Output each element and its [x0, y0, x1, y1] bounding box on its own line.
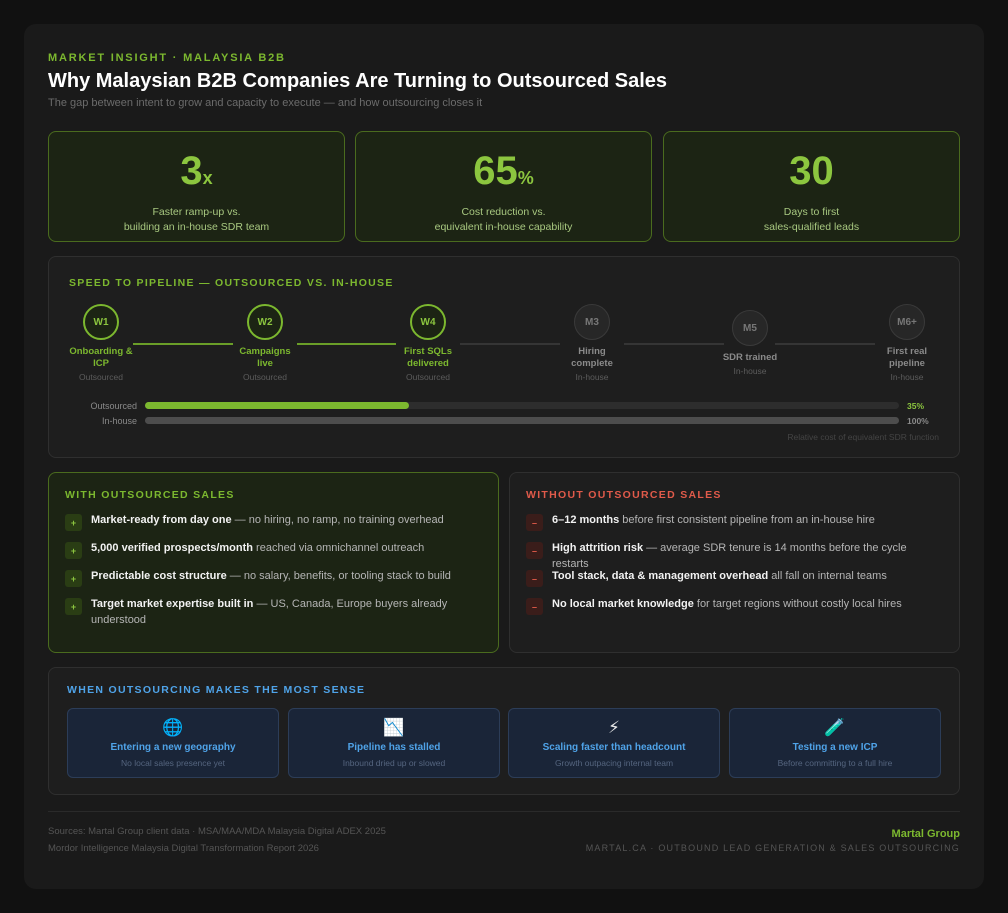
- step-label: Hiring complete: [571, 346, 613, 369]
- stat-description: Days to first sales-qualified leads: [763, 206, 860, 233]
- stat-value: 65%: [473, 149, 534, 193]
- tile-title: Pipeline has stalled: [347, 742, 441, 753]
- plus-icon: +: [65, 598, 82, 615]
- plus-icon: +: [65, 570, 82, 587]
- timeline-title: SPEED TO PIPELINE — OUTSOURCED VS. IN-HO…: [69, 277, 394, 289]
- without-outsourced-panel: WITHOUT OUTSOURCED SALES – 6–12 months b…: [509, 472, 960, 653]
- page-subtitle: The gap between intent to grow and capac…: [48, 97, 483, 109]
- list-item: + Predictable cost structure — no salary…: [65, 568, 482, 587]
- footer-source-1: Sources: Martal Group client data · MSA/…: [48, 826, 386, 837]
- when-title: WHEN OUTSOURCING MAKES THE MOST SENSE: [67, 684, 366, 696]
- timeline-connector: [460, 343, 560, 345]
- step-label: Onboarding & ICP: [69, 346, 133, 369]
- bar-note: Relative cost of equivalent SDR function: [787, 432, 939, 442]
- footer-divider: [48, 811, 960, 812]
- footer-brand: Martal Group: [891, 828, 960, 840]
- list-item: – Tool stack, data & management overhead…: [526, 568, 943, 587]
- bar-fill-inhouse: [145, 417, 899, 424]
- step-badge: W4: [410, 304, 446, 340]
- step-sub: In-house: [890, 372, 924, 382]
- lightning-icon: ⚡: [608, 718, 620, 737]
- list-item: + 5,000 verified prospects/month reached…: [65, 540, 482, 559]
- list-item: + Market-ready from day one — no hiring,…: [65, 512, 482, 531]
- timeline-step-m3: M3 Hiring complete In-house: [552, 304, 632, 382]
- minus-icon: –: [526, 598, 543, 615]
- timeline-step-w4: W4 First SQLs delivered Outsourced: [388, 304, 468, 382]
- step-badge: W2: [247, 304, 283, 340]
- stat-value: 30: [789, 149, 834, 193]
- tile-title: Testing a new ICP: [792, 742, 878, 753]
- footer-source-2: Mordor Intelligence Malaysia Digital Tra…: [48, 843, 319, 854]
- timeline-step-m6: M6+ First real pipeline In-house: [867, 304, 947, 382]
- without-title: WITHOUT OUTSOURCED SALES: [526, 489, 722, 501]
- timeline-step-w1: W1 Onboarding & ICP Outsourced: [61, 304, 141, 382]
- step-label: SDR trained: [722, 352, 778, 363]
- list-item: + Target market expertise built in — US,…: [65, 596, 482, 628]
- tile-sub: Before committing to a full hire: [777, 758, 893, 768]
- step-badge: M5: [732, 310, 768, 346]
- timeline-connector: [133, 343, 233, 345]
- footer-tagline: MARTAL.CA · OUTBOUND LEAD GENERATION & S…: [585, 843, 960, 853]
- bar-pct-outsourced: 35%: [907, 401, 925, 411]
- step-sub: In-house: [733, 366, 767, 376]
- stat-ramp-up: 3x Faster ramp-up vs. building an in-hous…: [48, 131, 345, 242]
- globe-icon: 🌐: [162, 718, 184, 737]
- tile-pipeline-stalled: 📉 Pipeline has stalled Inbound dried up …: [288, 708, 500, 778]
- eyebrow: MARKET INSIGHT · MALAYSIA B2B: [48, 52, 286, 64]
- bar-fill-outsourced: [145, 402, 409, 409]
- timeline-connector: [297, 343, 396, 345]
- step-sub: Outsourced: [79, 372, 123, 382]
- timeline-step-m5: M5 SDR trained In-house: [710, 310, 790, 376]
- bar-track-outsourced: [145, 402, 899, 409]
- tile-sub: Inbound dried up or slowed: [342, 758, 446, 768]
- infographic-card: MARKET INSIGHT · MALAYSIA B2B Why Malays…: [24, 24, 984, 889]
- stat-days-to-sql: 30 Days to first sales-qualified leads: [663, 131, 960, 242]
- minus-icon: –: [526, 570, 543, 587]
- step-label: First SQLs delivered: [403, 346, 453, 369]
- chart-down-icon: 📉: [383, 718, 405, 737]
- tile-sub: Growth outpacing internal team: [554, 758, 674, 768]
- timeline-panel: SPEED TO PIPELINE — OUTSOURCED VS. IN-HO…: [48, 256, 960, 458]
- timeline-step-w2: W2 Campaigns live Outsourced: [225, 304, 305, 382]
- list-item: – No local market knowledge for target r…: [526, 596, 943, 615]
- step-badge: M3: [574, 304, 610, 340]
- with-outsourced-panel: WITH OUTSOURCED SALES + Market-ready fro…: [48, 472, 499, 653]
- bar-label-outsourced: Outsourced: [90, 401, 137, 411]
- bar-track-inhouse: [145, 417, 899, 424]
- stat-description: Faster ramp-up vs. building an in-house S…: [123, 206, 270, 233]
- step-label: First real pipeline: [886, 346, 928, 369]
- timeline-connector: [624, 343, 724, 345]
- list-item: – 6–12 months before first consistent pi…: [526, 512, 943, 531]
- step-sub: In-house: [575, 372, 609, 382]
- stat-description: Cost reduction vs. equivalent in-house ca…: [434, 206, 573, 233]
- step-badge: W1: [83, 304, 119, 340]
- bar-pct-inhouse: 100%: [907, 416, 929, 426]
- step-label: Campaigns live: [239, 346, 291, 369]
- page-title: Why Malaysian B2B Companies Are Turning …: [48, 70, 668, 92]
- minus-icon: –: [526, 514, 543, 531]
- step-badge: M6+: [889, 304, 925, 340]
- stat-cost-reduction: 65% Cost reduction vs. equivalent in-hous…: [355, 131, 652, 242]
- tile-sub: No local sales presence yet: [121, 758, 225, 768]
- plus-icon: +: [65, 542, 82, 559]
- timeline-connector: [775, 343, 875, 345]
- with-title: WITH OUTSOURCED SALES: [65, 489, 235, 501]
- tile-new-geography: 🌐 Entering a new geography No local sale…: [67, 708, 279, 778]
- when-panel: WHEN OUTSOURCING MAKES THE MOST SENSE 🌐 …: [48, 667, 960, 795]
- test-tube-icon: 🧪: [824, 718, 846, 737]
- plus-icon: +: [65, 514, 82, 531]
- tile-scaling: ⚡ Scaling faster than headcount Growth o…: [508, 708, 720, 778]
- tile-new-icp: 🧪 Testing a new ICP Before committing to…: [729, 708, 941, 778]
- step-sub: Outsourced: [406, 372, 450, 382]
- stat-value: 3x: [180, 149, 213, 193]
- bar-label-inhouse: In-house: [101, 416, 137, 426]
- tile-title: Entering a new geography: [110, 742, 236, 753]
- tile-title: Scaling faster than headcount: [542, 742, 686, 753]
- minus-icon: –: [526, 542, 543, 559]
- step-sub: Outsourced: [243, 372, 287, 382]
